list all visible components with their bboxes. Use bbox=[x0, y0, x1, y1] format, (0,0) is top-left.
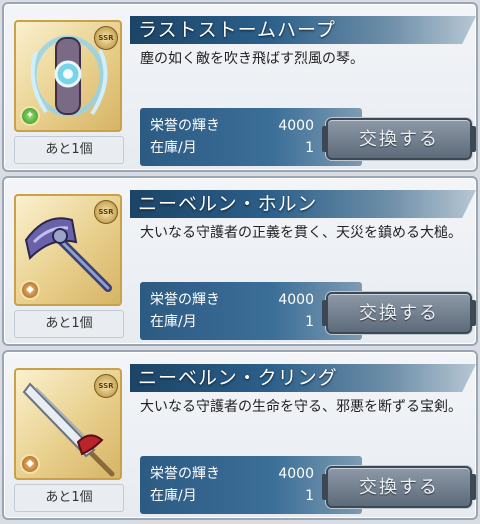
rarity-badge: SSR bbox=[94, 26, 118, 50]
item-thumbnail-hammer[interactable]: SSR ◆ bbox=[14, 194, 122, 306]
stock-value: 1 bbox=[305, 488, 314, 504]
shop-item-list: SSR ✦ あと1個 ラストストームハープ 塵の如く敵を吹き飛ばす烈風の琴。 栄… bbox=[0, 0, 480, 524]
cost-label: 栄誉の輝き bbox=[150, 292, 220, 308]
item-thumbnail-sword[interactable]: SSR ◆ bbox=[14, 368, 122, 480]
shop-item-card: SSR ◆ あと1個 ニーベルン・ホルン 大いなる守護者の正義を貫く、天災を鎮め… bbox=[2, 176, 478, 346]
cost-row: 栄誉の輝き 4000 bbox=[150, 464, 350, 484]
exchange-button[interactable]: 交換する bbox=[322, 292, 476, 334]
item-description: 塵の如く敵を吹き飛ばす烈風の琴。 bbox=[140, 51, 364, 67]
cost-value: 4000 bbox=[278, 292, 314, 308]
exchange-button[interactable]: 交換する bbox=[322, 118, 476, 160]
stock-label: 在庫/月 bbox=[150, 488, 197, 504]
stock-label: 在庫/月 bbox=[150, 140, 197, 156]
item-thumbnail-harp[interactable]: SSR ✦ bbox=[14, 20, 122, 132]
stock-value: 1 bbox=[305, 140, 314, 156]
shop-item-card: SSR ◆ あと1個 ニーベルン・クリング 大いなる守護者の生命を守る、邪悪を断… bbox=[2, 350, 478, 520]
rarity-badge: SSR bbox=[94, 200, 118, 224]
item-description: 大いなる守護者の生命を守る、邪悪を断ずる宝剣。 bbox=[140, 399, 462, 415]
stock-value: 1 bbox=[305, 314, 314, 330]
item-name: ラストストームハープ bbox=[138, 19, 336, 41]
stock-row: 在庫/月 1 bbox=[150, 486, 350, 506]
item-name: ニーベルン・ホルン bbox=[138, 193, 318, 215]
remaining-count: あと1個 bbox=[14, 484, 124, 512]
wind-element-icon: ✦ bbox=[20, 106, 40, 126]
remaining-count: あと1個 bbox=[14, 310, 124, 338]
item-description: 大いなる守護者の正義を貫く、天災を鎮める大槌。 bbox=[140, 225, 462, 241]
cost-row: 栄誉の輝き 4000 bbox=[150, 290, 350, 310]
cost-label: 栄誉の輝き bbox=[150, 466, 220, 482]
item-name: ニーベルン・クリング bbox=[138, 367, 338, 389]
cost-value: 4000 bbox=[278, 118, 314, 134]
cost-row: 栄誉の輝き 4000 bbox=[150, 116, 350, 136]
exchange-button[interactable]: 交換する bbox=[322, 466, 476, 508]
rarity-badge: SSR bbox=[94, 374, 118, 398]
stock-row: 在庫/月 1 bbox=[150, 312, 350, 332]
earth-element-icon: ◆ bbox=[20, 454, 40, 474]
earth-element-icon: ◆ bbox=[20, 280, 40, 300]
stock-label: 在庫/月 bbox=[150, 314, 197, 330]
cost-value: 4000 bbox=[278, 466, 314, 482]
shop-item-card: SSR ✦ あと1個 ラストストームハープ 塵の如く敵を吹き飛ばす烈風の琴。 栄… bbox=[2, 2, 478, 172]
stock-row: 在庫/月 1 bbox=[150, 138, 350, 158]
remaining-count: あと1個 bbox=[14, 136, 124, 164]
cost-label: 栄誉の輝き bbox=[150, 118, 220, 134]
